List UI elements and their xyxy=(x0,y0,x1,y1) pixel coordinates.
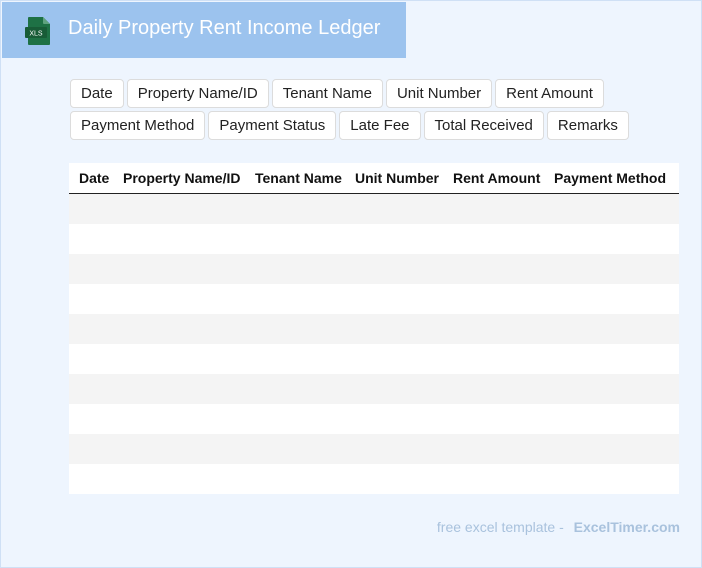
field-tag[interactable]: Rent Amount xyxy=(495,79,604,108)
column-header: Property Name/ID xyxy=(123,170,241,186)
table-row xyxy=(69,374,679,404)
column-header: Payment Method xyxy=(554,170,667,186)
table-row xyxy=(69,314,679,344)
field-tag[interactable]: Total Received xyxy=(423,111,544,140)
field-tag[interactable]: Late Fee xyxy=(339,111,421,140)
column-header: Tenant Name xyxy=(255,170,342,186)
column-header: Date xyxy=(79,170,110,186)
footer-prefix: free excel template - xyxy=(436,519,564,535)
table-row xyxy=(69,464,679,494)
column-header: Unit Number xyxy=(355,170,439,186)
table-row xyxy=(69,284,679,314)
table-body xyxy=(69,194,679,494)
field-tags-row-1: Date Property Name/ID Tenant Name Unit Numb… xyxy=(70,79,630,108)
field-tags: Date Property Name/ID Tenant Name Unit Numb… xyxy=(70,79,630,143)
table-row xyxy=(69,344,679,374)
footer-credit: free excel template - ExcelTimer.com xyxy=(437,519,680,535)
field-tags-row-2: Payment Method Payment Status Late Fee Tota… xyxy=(70,111,630,140)
field-tag[interactable]: Property Name/ID xyxy=(126,79,269,108)
field-tag[interactable]: Payment Status xyxy=(208,111,337,140)
ledger-table: Date Property Name/ID Tenant Name Unit Numb… xyxy=(69,163,679,494)
table-row xyxy=(69,434,679,464)
xls-icon-label: XLS xyxy=(29,31,43,38)
field-tag[interactable]: Date xyxy=(70,79,124,108)
title-banner: XLS Daily Property Rent Income Ledger xyxy=(2,2,406,58)
xls-file-icon: XLS xyxy=(25,17,50,45)
table-header: Date Property Name/ID Tenant Name Unit Numb… xyxy=(69,163,679,194)
table-row xyxy=(69,254,679,284)
field-tag[interactable]: Unit Number xyxy=(385,79,493,108)
page-title: Daily Property Rent Income Ledger xyxy=(68,17,381,39)
table-row xyxy=(69,404,679,434)
footer-brand-link[interactable]: ExcelTimer.com xyxy=(574,519,680,535)
table-row xyxy=(69,194,679,224)
column-header: Rent Amount xyxy=(453,170,541,186)
page-frame: XLS Daily Property Rent Income Ledger Da… xyxy=(0,0,702,568)
table-row xyxy=(69,224,679,254)
field-tag[interactable]: Payment Method xyxy=(70,111,206,140)
field-tag[interactable]: Tenant Name xyxy=(271,79,383,108)
field-tag[interactable]: Remarks xyxy=(546,111,629,140)
